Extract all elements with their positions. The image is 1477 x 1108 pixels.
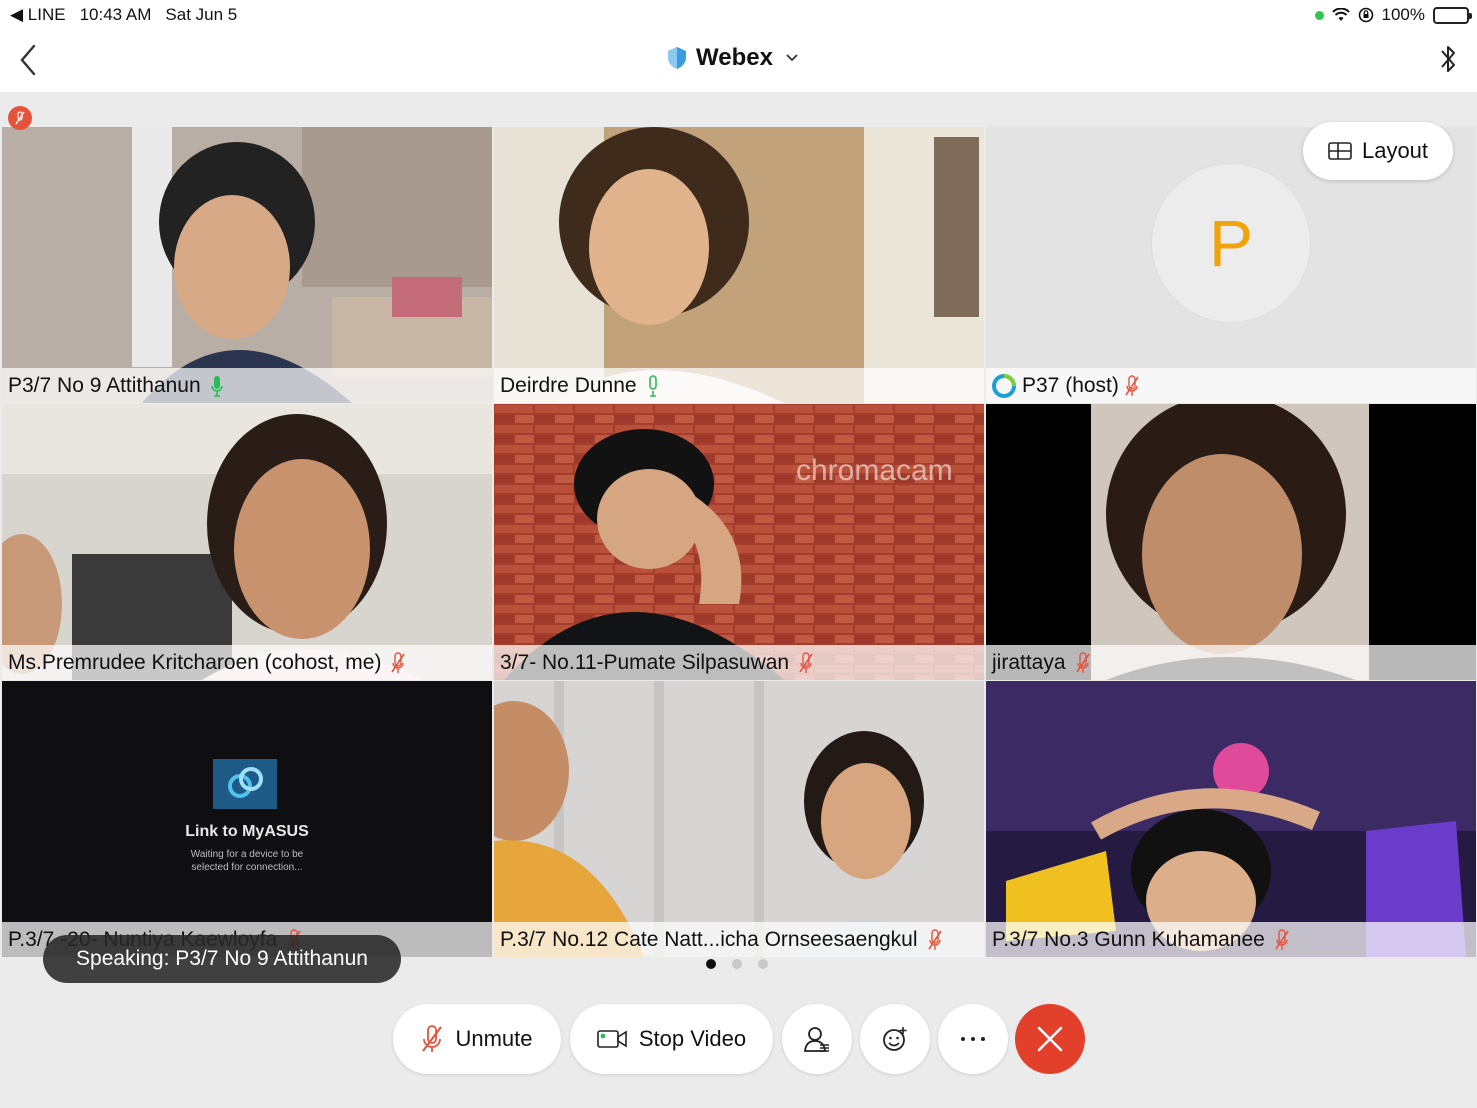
self-muted-badge — [8, 106, 32, 130]
page-dot-2[interactable] — [732, 959, 742, 969]
layout-grid-icon — [1328, 142, 1352, 160]
link-icon — [213, 759, 277, 809]
page-dot-3[interactable] — [758, 959, 768, 969]
participant-tile[interactable]: P3/7 No 9 Attithanun — [2, 127, 492, 403]
participant-name: P.3/7 No.12 Cate Natt...icha Ornseesaeng… — [500, 927, 918, 951]
participant-name: jirattaya — [992, 650, 1066, 674]
participant-name: 3/7- No.11-Pumate Silpasuwan — [500, 650, 790, 674]
reactions-button[interactable] — [860, 1004, 930, 1074]
participant-tile[interactable]: jirattaya — [986, 404, 1476, 680]
participant-name: Deirdre Dunne — [500, 373, 637, 397]
more-options-button[interactable] — [938, 1004, 1008, 1074]
layout-label: Layout — [1361, 138, 1429, 163]
participant-name-bar: jirattaya — [986, 645, 1476, 680]
camera-in-use-indicator — [1314, 10, 1324, 20]
meeting-controls: Unmute Stop Video — [0, 1004, 1477, 1074]
screen-share-subtitle-2: selected for connection... — [191, 862, 303, 873]
emoji-add-icon — [883, 1027, 907, 1051]
participant-video — [986, 404, 1476, 680]
screen-share-title: Link to MyASUS — [185, 823, 309, 840]
mic-muted-icon — [927, 928, 942, 950]
participant-name-bar: 3/7- No.11-Pumate Silpasuwan — [494, 645, 984, 680]
video-grid: P3/7 No 9 Attithanun Deirdre Dunne P P37… — [0, 125, 1477, 957]
orientation-lock-icon — [1358, 7, 1373, 23]
close-icon — [1037, 1026, 1063, 1052]
nav-bar: Webex — [0, 30, 1477, 92]
participant-video — [986, 681, 1476, 957]
back-to-app-link[interactable]: ◀ LINE — [10, 5, 66, 25]
participant-tile[interactable]: P.3/7 No.3 Gunn Kuhamanee — [986, 681, 1476, 957]
webex-host-icon — [992, 373, 1016, 398]
active-speaker-toast: Speaking: P3/7 No 9 Attithanun — [43, 935, 401, 983]
participant-tile[interactable]: Ms.Premrudee Kritcharoen (cohost, me) — [2, 404, 492, 680]
participant-tile[interactable]: chromacam 3/7- No.11-Pumate Silpasuwan — [494, 404, 984, 680]
stop-video-button[interactable]: Stop Video — [570, 1004, 773, 1074]
participant-name-bar: P3/7 No 9 Attithanun — [2, 368, 492, 403]
participant-name: P3/7 No 9 Attithanun — [8, 373, 201, 397]
participant-tile[interactable]: Link to MyASUS Waiting for a device to b… — [2, 681, 492, 957]
layout-button[interactable]: Layout — [1303, 122, 1453, 180]
status-date: Sat Jun 5 — [165, 5, 238, 24]
wifi-icon — [1331, 8, 1350, 21]
avatar: P — [1151, 163, 1311, 323]
mic-muted-icon — [799, 651, 813, 673]
unmute-button[interactable]: Unmute — [393, 1004, 561, 1074]
battery-percent: 100% — [1381, 5, 1425, 24]
battery-icon — [1433, 6, 1472, 24]
mic-speaking-icon — [210, 375, 223, 397]
page-dot-1[interactable] — [706, 959, 716, 969]
mic-muted-icon — [391, 651, 406, 673]
participant-name: Ms.Premrudee Kritcharoen (cohost, me) — [8, 650, 382, 674]
ellipsis-icon — [961, 1037, 985, 1041]
participant-name-bar: Ms.Premrudee Kritcharoen (cohost, me) — [2, 645, 492, 680]
back-chevron-icon[interactable] — [14, 42, 44, 78]
participants-icon — [804, 1027, 829, 1052]
status-time: 10:43 AM — [79, 5, 152, 24]
participant-name-bar: Deirdre Dunne — [494, 368, 984, 403]
mic-muted-icon — [1125, 374, 1139, 396]
mic-muted-icon — [1075, 651, 1090, 673]
meeting-title: Webex — [696, 44, 773, 71]
participant-tile[interactable]: P.3/7 No.12 Cate Natt...icha Ornseesaeng… — [494, 681, 984, 957]
participant-video — [2, 404, 492, 680]
stop-video-label: Stop Video — [638, 1026, 747, 1051]
video-camera-icon — [597, 1030, 627, 1048]
participant-name-bar: P.3/7 No.12 Cate Natt...icha Ornseesaeng… — [494, 922, 984, 957]
unmute-label: Unmute — [455, 1026, 533, 1051]
status-bar: ◀ LINE 10:43 AM Sat Jun 5 100% — [0, 0, 1477, 30]
screen-share-subtitle-1: Waiting for a device to be — [190, 849, 304, 860]
participant-tile[interactable]: Deirdre Dunne — [494, 127, 984, 403]
mic-muted-icon — [1275, 928, 1289, 950]
participants-button[interactable] — [782, 1004, 852, 1074]
virtual-background-watermark: chromacam — [796, 454, 953, 487]
mic-muted-icon — [15, 111, 25, 125]
meeting-title-dropdown[interactable]: Webex — [666, 44, 799, 72]
participant-video — [494, 681, 984, 957]
participant-video — [2, 127, 492, 403]
chevron-down-icon — [786, 54, 798, 62]
shield-icon — [668, 47, 686, 69]
participant-video — [494, 127, 984, 403]
mic-icon — [648, 374, 657, 397]
participant-video — [494, 404, 984, 680]
leave-meeting-button[interactable] — [1015, 1004, 1085, 1074]
participant-name-bar: P37 (host) — [986, 368, 1476, 403]
participant-name-bar: P.3/7 No.3 Gunn Kuhamanee — [986, 922, 1476, 957]
bluetooth-icon[interactable] — [1437, 42, 1459, 76]
participant-name: P.3/7 No.3 Gunn Kuhamanee — [992, 927, 1265, 951]
page-indicator[interactable] — [706, 959, 768, 969]
participant-name: P37 (host) — [1022, 373, 1119, 397]
mic-muted-icon — [422, 1025, 443, 1052]
